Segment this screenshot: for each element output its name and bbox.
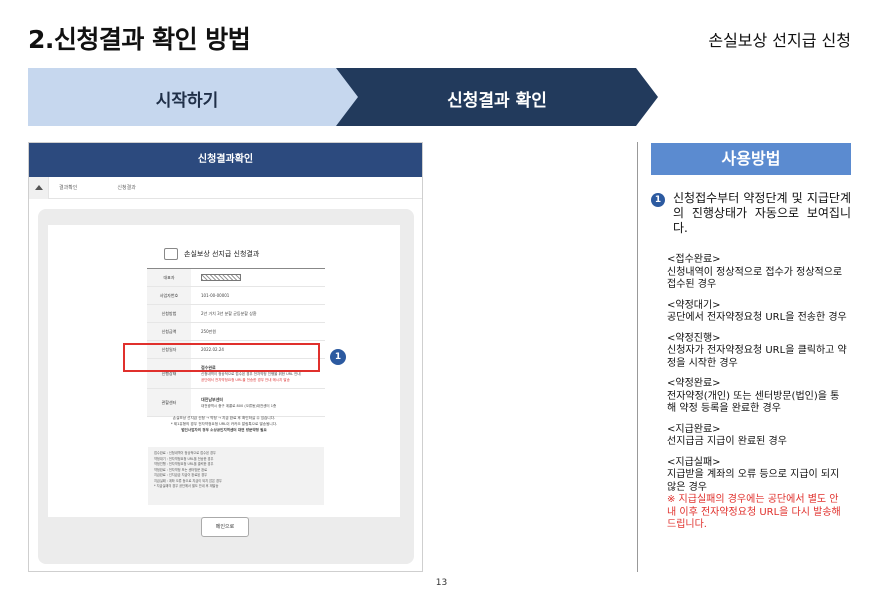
result-card-container: 손실보상 선지급 신청결과 대표자 사업자번호 101-00-00001 신청방… xyxy=(38,209,414,564)
highlight-box xyxy=(123,343,320,372)
breadcrumb: 결과확인 신청결과 xyxy=(29,176,422,199)
row-key: 대표자 xyxy=(147,269,191,286)
home-icon[interactable] xyxy=(29,176,49,199)
status-item: <지급완료> 선지급금 지급이 완료된 경우 xyxy=(667,424,847,449)
legend-line: * 지급실패의 경우 공단에서 별도 안내 후 재발송 xyxy=(154,484,219,488)
status-name: <약정대기> xyxy=(667,299,721,311)
table-row: 신청방법 2년 거치 3년 분할 균등분할 상환 xyxy=(147,305,325,323)
status-desc: 선지급금 지급이 완료된 경우 xyxy=(667,436,787,447)
status-name: <지급실패> xyxy=(667,456,721,468)
breadcrumb-item[interactable]: 신청결과 xyxy=(117,184,135,191)
document-icon xyxy=(164,248,178,260)
row-key: 사업자번호 xyxy=(147,287,191,304)
card-title: 손실보상 선지급 신청결과 xyxy=(184,250,260,258)
breadcrumb-item[interactable]: 결과확인 xyxy=(59,184,77,191)
status-name: <약정완료> xyxy=(667,378,721,389)
row-value: 2년 거치 3년 분할 균등분할 상환 xyxy=(201,310,257,316)
status-detail-red: 공단에서 전자약정요청 URL을 전송한 경우 안내 메시지 발송 xyxy=(201,377,290,382)
step-start-label: 시작하기 xyxy=(155,91,219,111)
status-name: <약정진행> xyxy=(667,332,721,344)
page-title: 2.신청결과 확인 방법 xyxy=(28,25,251,54)
table-row: 관할센터 대전남부센터 대전광역시 중구 계룡로 800 (오류동)대전센터 1… xyxy=(147,389,325,417)
status-list: <접수완료> 신청내역이 정상적으로 접수가 정상적으로 접수된 경우 <약정대… xyxy=(667,254,847,532)
divider xyxy=(637,142,638,572)
status-item: <약정대기> 공단에서 전자약정요청 URL을 전송한 경우 xyxy=(667,300,847,325)
step-progress: 시작하기 신청결과 확인 xyxy=(28,68,658,126)
warning-note: ※ 지급실패의 경우에는 공단에서 별도 안내 이후 전자약정요청 URL을 다… xyxy=(667,494,841,530)
center-detail: 대전광역시 중구 계룡로 800 (오류동)대전센터 1층 xyxy=(201,403,277,408)
card-heading: 손실보상 선지급 신청결과 xyxy=(164,247,259,261)
status-item: <접수완료> 신청내역이 정상적으로 접수가 정상적으로 접수된 경우 xyxy=(667,254,847,292)
usage-header: 사용방법 xyxy=(651,143,851,175)
step-result-label: 신청결과 확인 xyxy=(447,91,547,111)
row-key: 신청금액 xyxy=(147,323,191,340)
step-result-check[interactable]: 신청결과 확인 xyxy=(336,68,658,126)
usage-item-text: 신청접수부터 약정단계 및 지급단계의 진행상태가 자동으로 보여집니다. xyxy=(673,191,851,235)
number-badge: 1 xyxy=(651,193,665,207)
page-number: 13 xyxy=(435,578,448,588)
status-name: <지급완료> xyxy=(667,423,721,435)
row-value: 250만원 xyxy=(201,328,216,334)
row-value: 대전남부센터 대전광역시 중구 계룡로 800 (오류동)대전센터 1층 xyxy=(191,397,276,409)
status-legend: 접수완료 : 신청내역이 정상적으로 접수된 경우 약정대기 : 전자약정요청 … xyxy=(148,447,324,505)
callout-marker: 1 xyxy=(330,349,346,365)
status-item: <지급실패> 지급받을 계좌의 오류 등으로 지급이 되지 않은 경우 xyxy=(667,457,847,495)
row-value: 101-00-00001 xyxy=(201,293,230,298)
main-button[interactable]: 메인으로 xyxy=(201,517,249,537)
screenshot-header: 신청결과확인 xyxy=(29,143,422,177)
table-row: 사업자번호 101-00-00001 xyxy=(147,287,325,305)
status-desc: 신청내역이 정상적으로 접수가 정상적으로 접수된 경우 xyxy=(667,266,843,291)
page-subtitle: 손실보상 선지급 신청 xyxy=(708,31,851,50)
table-row: 대표자 xyxy=(147,269,325,287)
status-item: <약정진행> 신청자가 전자약정요청 URL을 클릭하고 약정을 시작한 경우 xyxy=(667,333,847,371)
step-start[interactable]: 시작하기 xyxy=(28,68,368,126)
usage-item: 1 신청접수부터 약정단계 및 지급단계의 진행상태가 자동으로 보여집니다. xyxy=(651,191,851,236)
row-key: 관할센터 xyxy=(147,389,191,416)
status-desc: 공단에서 전자약정요청 URL을 전송한 경우 xyxy=(667,312,847,323)
status-name: <접수완료> xyxy=(667,254,721,265)
row-key: 신청방법 xyxy=(147,305,191,322)
status-item: <약정완료> 전자약정(개인) 또는 센터방문(법인)을 통해 약정 등록을 완… xyxy=(667,378,847,416)
notice-text: 손실보상 선지급 신청 → 약정 → 지급 완료 후 확인하실 수 있습니다. … xyxy=(88,415,360,433)
masked-value xyxy=(201,274,241,281)
status-desc: 지급받을 계좌의 오류 등으로 지급이 되지 않은 경우 xyxy=(667,469,840,493)
result-screenshot: 신청결과확인 결과확인 신청결과 손실보상 선지급 신청결과 대표자 사업자번호… xyxy=(28,142,423,572)
notice-line: 법인사업자의 경우 소상공인지역센터 대면 방문약정 필요 xyxy=(181,428,267,432)
status-desc: 전자약정(개인) 또는 센터방문(법인)을 통해 약정 등록을 완료한 경우 xyxy=(667,390,840,415)
row-value xyxy=(191,274,241,281)
status-desc: 신청자가 전자약정요청 URL을 클릭하고 약정을 시작한 경우 xyxy=(667,345,847,369)
table-row: 신청금액 250만원 xyxy=(147,323,325,341)
